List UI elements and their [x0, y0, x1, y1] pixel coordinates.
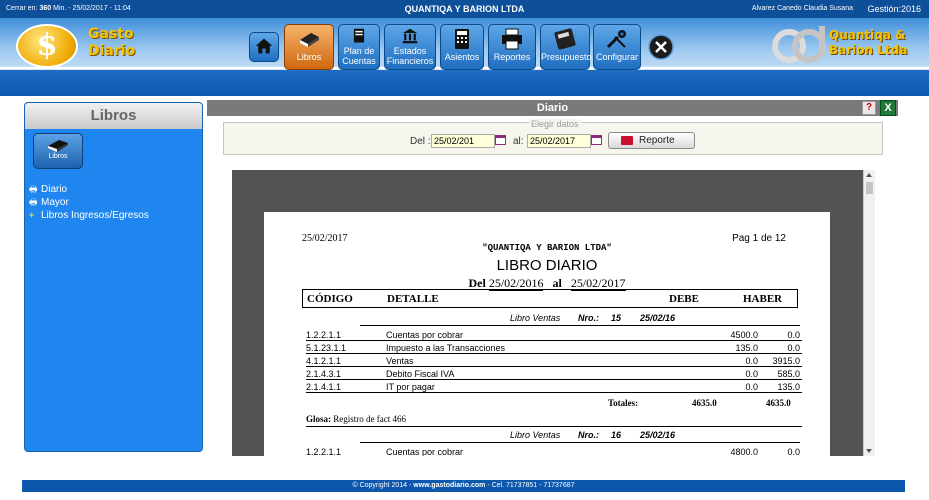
ledger-icon — [353, 28, 365, 43]
menu-plan-cuentas-button[interactable]: Plan de Cuentas — [338, 24, 380, 70]
footer-copyright: © Copyright 2014 - — [352, 482, 412, 489]
sidebar-item-libros-ingresos-egresos[interactable]: + Libros Ingresos/Egresos — [29, 209, 149, 222]
qb-logo-icon — [772, 26, 826, 63]
sidebar-menu: 🖶 Diario 🖶 Mayor + Libros Ingresos/Egresos — [29, 183, 149, 222]
plus-icon: + — [29, 210, 35, 220]
calendar-icon[interactable] — [495, 135, 506, 145]
divider — [360, 442, 800, 443]
top-bar: Cerrar en: 360 Min. - 25/02/2017 - 11:04… — [0, 0, 929, 18]
report-company: "QUANTIQA Y BARION LTDA" — [482, 243, 612, 253]
dollar-coin-icon: $ — [16, 24, 78, 68]
header-debe: DEBE — [669, 293, 699, 305]
menu-configurar-button[interactable]: Configurar — [593, 24, 641, 70]
menu-libros-button[interactable]: Libros — [284, 24, 334, 70]
bank-icon — [402, 28, 418, 44]
gasto-diario-logo[interactable]: $ Gasto Diario — [16, 22, 136, 72]
menu-home-button[interactable] — [249, 32, 279, 62]
calendar-icon[interactable] — [591, 135, 602, 145]
footer-site-link[interactable]: www.gastodiario.com — [413, 482, 485, 489]
app-header: $ Gasto Diario Libros Plan de Cuentas Es… — [0, 18, 929, 96]
sidebar-item-diario[interactable]: 🖶 Diario — [29, 183, 149, 196]
table-row: 1.2.2.1.1 Cuentas por cobrar 4800.0 0.0 — [306, 447, 800, 456]
footer-phone: - Cel. 71737851 - 71737687 — [487, 482, 575, 489]
total-haber: 4635.0 — [766, 398, 791, 408]
total-debe: 4635.0 — [692, 398, 717, 408]
menu-label: Reportes — [493, 52, 531, 62]
book-icon — [300, 33, 319, 47]
header-codigo: CÓDIGO — [307, 293, 353, 305]
report-table-header: CÓDIGO DETALLE DEBE HABER — [302, 289, 798, 308]
header-haber: HABER — [743, 293, 783, 305]
menu-label: Plan de Cuentas — [342, 46, 376, 66]
home-icon — [255, 38, 273, 54]
printer-icon: 🖶 — [29, 184, 38, 194]
filter-legend: Elegir datos — [529, 119, 581, 129]
sidebar-title: Libros — [25, 103, 202, 129]
quantiqa-barion-logo: Quantiqa & Barion Ltda — [769, 22, 919, 72]
menu-label: Asientos — [444, 52, 480, 62]
sidebar-button-label: Libros — [48, 153, 68, 160]
from-date-input[interactable]: 25/02/201 — [431, 134, 495, 148]
from-label: Del : — [410, 136, 431, 147]
panel-title: Diario — [207, 100, 898, 116]
menu-asientos-button[interactable]: Asientos — [440, 24, 484, 70]
menu-exit-button[interactable] — [646, 32, 676, 62]
totals-label: Totales: — [608, 398, 639, 408]
user-name: Alvarez Canedo Claudia Susana — [751, 5, 853, 12]
gestion-label: Gestión:2016 — [867, 4, 921, 14]
close-icon — [648, 34, 674, 60]
book-icon — [48, 140, 68, 152]
table-row: 2.1.4.1.1 IT por pagar 0.0 135.0 — [306, 382, 802, 393]
viewer-scrollbar[interactable] — [863, 170, 875, 456]
scroll-up-icon[interactable] — [866, 173, 872, 177]
menu-estados-financieros-button[interactable]: Estados Financieros — [384, 24, 436, 70]
menu-label: Presupuesto — [541, 52, 592, 62]
reporte-button[interactable]: Reporte — [608, 132, 695, 149]
table-row: 5.1.23.1.1 Impuesto a las Transacciones … — [306, 343, 802, 354]
help-icon[interactable]: ? — [862, 101, 876, 115]
printer-icon — [502, 28, 522, 50]
divider — [360, 325, 800, 326]
reporte-button-label: Reporte — [639, 135, 675, 146]
pdf-icon — [621, 136, 633, 145]
report-viewer[interactable]: 25/02/2017 Pag 1 de 12 "QUANTIQA Y BARIO… — [232, 170, 875, 456]
tools-icon — [606, 30, 626, 49]
table-row: 4.1.2.1.1 Ventas 0.0 3915.0 — [306, 356, 802, 367]
footer: © Copyright 2014 - www.gastodiario.com -… — [22, 480, 905, 492]
calculator-icon — [455, 29, 469, 49]
logo-right-text: Quantiqa & Barion Ltda — [829, 28, 908, 57]
report-page: 25/02/2017 Pag 1 de 12 "QUANTIQA Y BARIO… — [264, 212, 830, 456]
sidebar-libros-button[interactable]: Libros — [33, 133, 83, 169]
sidebar-item-mayor[interactable]: 🖶 Mayor — [29, 196, 149, 209]
filter-box: Elegir datos Del : 25/02/201 al: 25/02/2… — [223, 119, 883, 155]
menu-label: Estados Financieros — [386, 46, 434, 66]
menu-reportes-button[interactable]: Reportes — [488, 24, 536, 70]
table-row: 2.1.4.3.1 Debito Fiscal IVA 0.0 585.0 — [306, 369, 802, 380]
scroll-down-icon[interactable] — [866, 449, 872, 453]
to-date-input[interactable]: 25/02/2017 — [527, 134, 591, 148]
table-row: 1.2.2.1.1 Cuentas por cobrar 4500.0 0.0 — [306, 330, 802, 341]
sidebar: Libros Libros 🖶 Diario 🖶 Mayor + Libros Ing… — [24, 102, 203, 452]
menu-label: Libros — [296, 52, 322, 62]
to-label: al: — [513, 136, 524, 147]
logo-text: Gasto Diario — [88, 26, 136, 59]
header-detalle: DETALLE — [387, 293, 439, 305]
budget-calculator-icon — [554, 28, 576, 50]
divider — [306, 426, 802, 427]
excel-export-icon[interactable]: X — [880, 100, 896, 116]
scrollbar-thumb[interactable] — [866, 182, 873, 194]
menu-label: Configurar — [595, 52, 639, 62]
report-glosa: Glosa: Registro de fact 466 — [306, 414, 406, 424]
printer-icon: 🖶 — [29, 197, 38, 207]
menu-presupuesto-button[interactable]: Presupuesto — [540, 24, 592, 70]
report-title: LIBRO DIARIO — [496, 257, 598, 274]
